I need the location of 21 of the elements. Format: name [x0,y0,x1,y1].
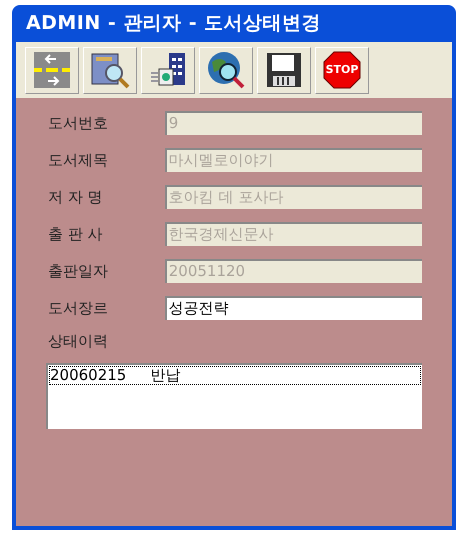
field-label: 저 자 명 [48,186,104,208]
field-label: 도서제목 [48,150,109,171]
road-arrows-icon [34,52,70,88]
stop-sign-icon [323,51,361,89]
window-title: ADMIN - 관리자 - 도서상태변경 [26,11,322,36]
toolbar-button[interactable] [199,46,253,94]
globe-search-icon [206,50,246,90]
list-item[interactable]: 20060215 반납 [49,366,421,384]
field-label: 상태이력 [48,331,109,352]
stop-label: STOP [326,62,358,78]
field-label: 출판일자 [48,260,109,282]
input-field[interactable]: 성공전략 [164,296,422,320]
toolbar-button[interactable] [83,46,137,94]
document-search-icon [90,51,130,89]
field-label: 도서번호 [48,112,109,134]
history-list[interactable]: 20060215 반납 [46,362,422,428]
field-label: 도서장르 [48,298,109,319]
field-label: 출 판 사 [48,224,104,245]
toolbar-button[interactable] [257,46,311,94]
stop-button[interactable]: STOP [315,46,369,94]
toolbar-button[interactable] [141,46,195,94]
